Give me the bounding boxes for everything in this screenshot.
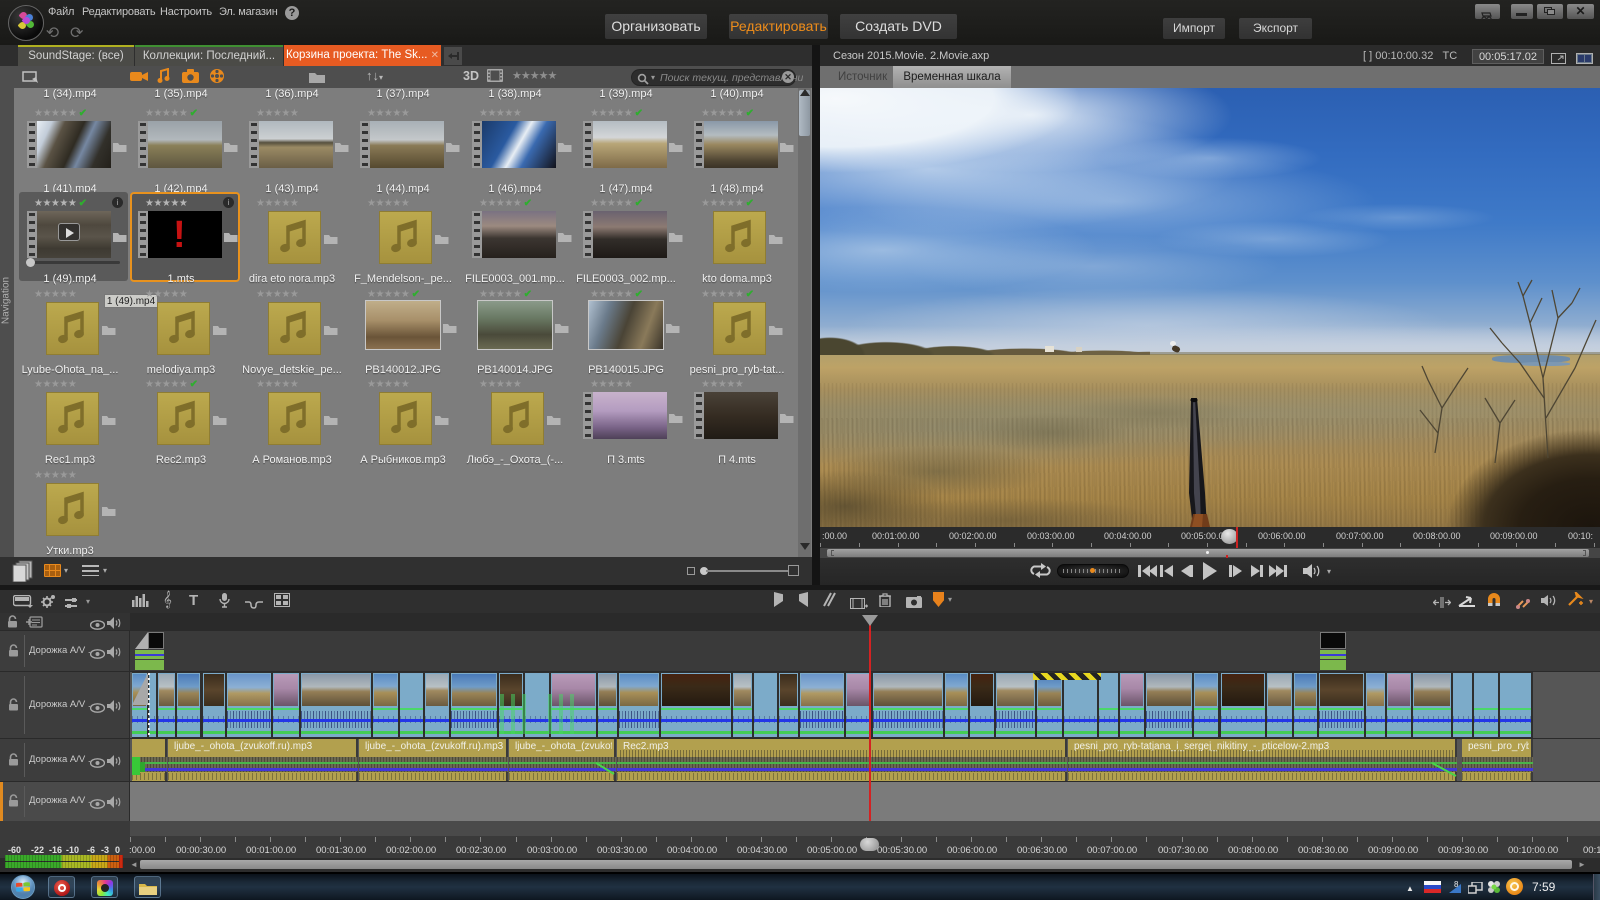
svg-text:8: 8 — [1454, 880, 1459, 889]
